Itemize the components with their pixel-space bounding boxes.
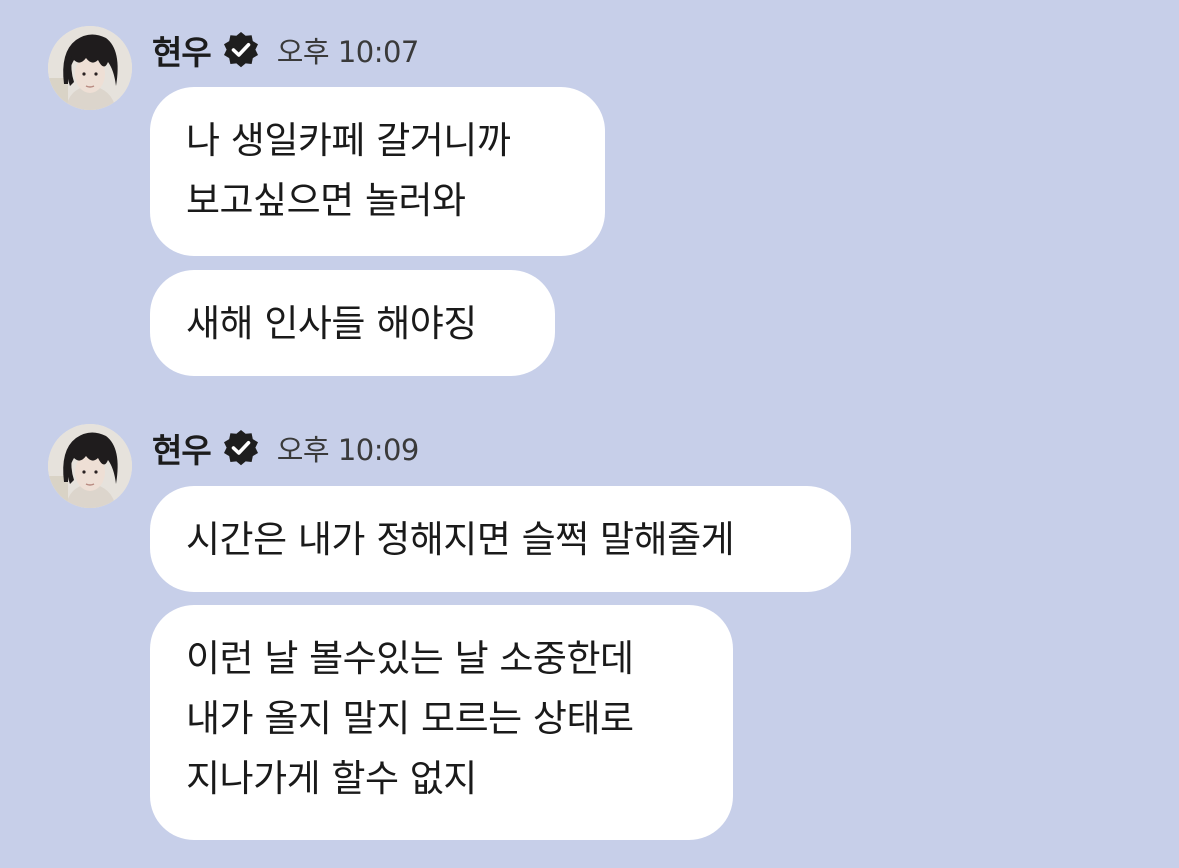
message-text-line: 이런 날 볼수있는 날 소중한데 xyxy=(186,637,634,680)
message-bubble[interactable]: 나 생일카페 갈거니까 보고싶으면 놀러와 xyxy=(150,87,605,256)
message-text-line: 시간은 내가 정해지면 슬쩍 말해줄게 xyxy=(186,518,735,561)
message-text-line: 나 생일카페 갈거니까 xyxy=(186,119,511,162)
message-text-line: 지나가게 할수 없지 xyxy=(186,757,477,800)
message-bubble[interactable]: 시간은 내가 정해지면 슬쩍 말해줄게 xyxy=(150,486,851,592)
message-time: 오후 10:07 xyxy=(276,35,420,69)
message-text-line: 새해 인사들 해야징 xyxy=(186,302,477,345)
sender-name[interactable]: 현우 xyxy=(152,26,212,74)
sender-avatar[interactable] xyxy=(48,424,132,508)
message-text-line: 보고싶으면 놀러와 xyxy=(186,179,466,222)
sender-name[interactable]: 현우 xyxy=(152,424,212,472)
avatar-photo xyxy=(48,424,132,508)
verified-badge-icon xyxy=(221,30,261,70)
message-bubble[interactable]: 이런 날 볼수있는 날 소중한데 내가 올지 말지 모르는 상태로 지나가게 할… xyxy=(150,605,733,840)
chat-room: 현우 오후 10:07 나 생일카페 갈거니까 보고싶으면 놀러와 새해 인사들… xyxy=(0,0,1179,868)
verified-badge-icon xyxy=(221,428,261,468)
message-bubble[interactable]: 새해 인사들 해야징 xyxy=(150,270,555,376)
avatar-photo xyxy=(48,26,132,110)
message-header: 현우 오후 10:09 xyxy=(152,428,420,470)
message-header: 현우 오후 10:07 xyxy=(152,30,420,72)
message-text-line: 내가 올지 말지 모르는 상태로 xyxy=(186,697,634,740)
message-time: 오후 10:09 xyxy=(276,433,420,467)
sender-avatar[interactable] xyxy=(48,26,132,110)
